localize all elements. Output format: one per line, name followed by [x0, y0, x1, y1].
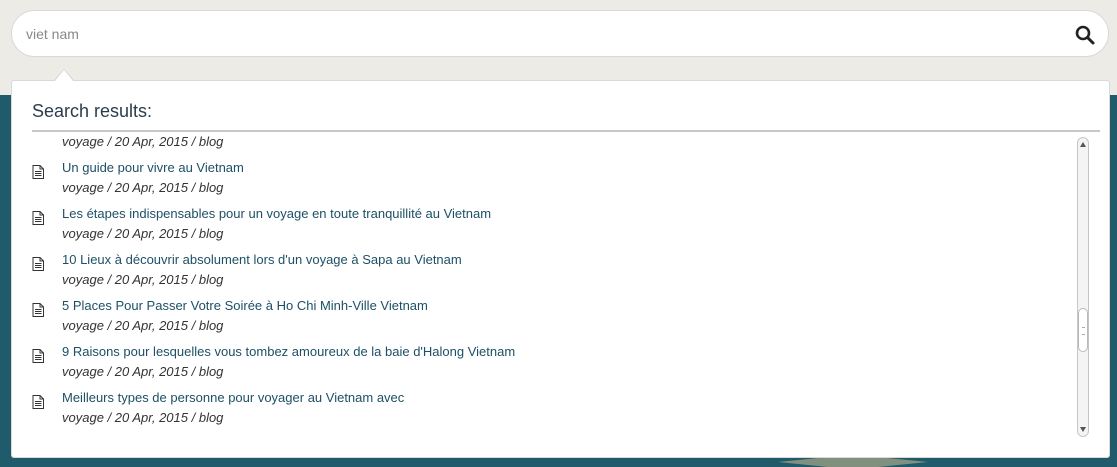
document-icon	[32, 211, 44, 225]
result-title[interactable]: 9 Raisons pour lesquelles vous tombez am…	[62, 344, 515, 359]
result-title[interactable]: 10 Lieux à découvrir absolument lors d'u…	[62, 252, 462, 267]
results-list[interactable]: voyage / 20 Apr, 2015 / blog Un guide po…	[12, 133, 1076, 437]
result-title[interactable]: 5 Places Pour Passer Votre Soirée à Ho C…	[62, 298, 428, 313]
document-icon	[32, 165, 44, 179]
result-item[interactable]: 9 Raisons pour lesquelles vous tombez am…	[12, 338, 1076, 384]
result-meta: voyage / 20 Apr, 2015 / blog	[62, 180, 224, 195]
search-icon[interactable]	[1074, 24, 1096, 46]
search-results-panel: Search results: voyage / 20 Apr, 2015 / …	[11, 80, 1110, 458]
result-item[interactable]: voyage / 20 Apr, 2015 / blog	[12, 133, 1076, 154]
result-meta: voyage / 20 Apr, 2015 / blog	[62, 272, 224, 287]
result-title[interactable]: Les étapes indispensables pour un voyage…	[62, 206, 491, 221]
scroll-up-arrow-icon[interactable]	[1080, 142, 1086, 147]
result-meta: voyage / 20 Apr, 2015 / blog	[62, 364, 224, 379]
result-meta: voyage / 20 Apr, 2015 / blog	[62, 226, 224, 241]
result-meta: voyage / 20 Apr, 2015 / blog	[62, 410, 224, 425]
document-icon	[32, 395, 44, 409]
dropdown-caret-fill	[55, 70, 73, 81]
results-scrollbar[interactable]	[1077, 137, 1089, 437]
results-divider	[32, 130, 1100, 132]
result-meta: voyage / 20 Apr, 2015 / blog	[62, 134, 224, 149]
document-icon	[32, 257, 44, 271]
result-item[interactable]: Un guide pour vivre au Vietnam voyage / …	[12, 154, 1076, 200]
result-item[interactable]: 10 Lieux à découvrir absolument lors d'u…	[12, 246, 1076, 292]
result-item[interactable]: 5 Places Pour Passer Votre Soirée à Ho C…	[12, 292, 1076, 338]
result-meta: voyage / 20 Apr, 2015 / blog	[62, 318, 224, 333]
result-title[interactable]: Meilleurs types de personne pour voyager…	[62, 390, 404, 405]
document-icon	[32, 303, 44, 317]
result-item[interactable]: Les étapes indispensables pour un voyage…	[12, 200, 1076, 246]
scroll-down-arrow-icon[interactable]	[1080, 427, 1086, 432]
results-heading: Search results:	[32, 101, 153, 121]
search-bar	[11, 10, 1109, 57]
result-title[interactable]: Un guide pour vivre au Vietnam	[62, 160, 244, 175]
result-item[interactable]: Meilleurs types de personne pour voyager…	[12, 384, 1076, 430]
grip-icon	[1082, 327, 1085, 335]
document-icon	[32, 349, 44, 363]
search-input[interactable]	[26, 22, 1046, 46]
scroll-thumb[interactable]	[1078, 308, 1088, 352]
